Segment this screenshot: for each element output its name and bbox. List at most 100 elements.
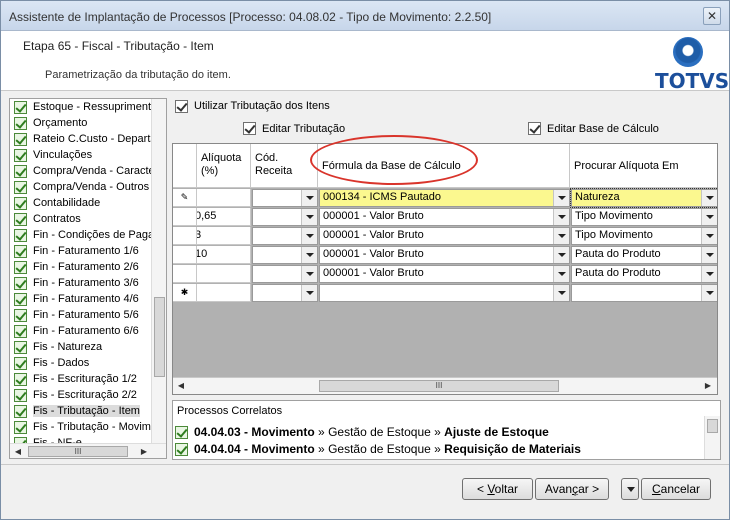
totvs-logo-icon [673,37,703,67]
cod-receita-combo[interactable] [252,284,318,302]
sidebar-item[interactable]: Rateio C.Custo - Departamento [14,132,154,148]
chevron-down-icon[interactable] [701,190,717,206]
chevron-down-icon[interactable] [701,285,717,301]
scroll-thumb[interactable] [707,419,718,433]
voltar-label-rest: oltar [494,482,519,496]
sidebar-item[interactable]: Compra/Venda - Características [14,164,154,180]
cod-receita-combo[interactable] [252,265,318,283]
scroll-thumb[interactable] [154,297,165,377]
aliquota-cell[interactable]: 0,65 [197,208,251,226]
sidebar-item[interactable]: Fin - Faturamento 3/6 [14,276,154,292]
procurar-aliquota-combo[interactable]: Natureza [570,188,717,208]
aliquota-cell[interactable] [197,189,251,207]
sidebar-item[interactable]: Fis - Tributação - Movimento [14,420,154,436]
row-indicator[interactable]: ✱ [173,284,197,302]
formula-combo[interactable]: 000001 - Valor Bruto [319,208,570,226]
steps-list-vscrollbar[interactable] [151,99,166,443]
scroll-left-icon[interactable]: ◀ [10,444,26,458]
sidebar-item-label: Fin - Faturamento 1/6 [33,245,139,257]
sidebar-item[interactable]: Fis - Escrituração 1/2 [14,372,154,388]
aliquota-cell[interactable]: 10 [197,246,251,264]
step-subtitle: Parametrização da tributação do item. [45,69,231,81]
procurar-aliquota-combo[interactable]: Pauta do Produto [571,246,717,264]
avancar-button[interactable]: Avançar > [535,478,609,500]
chevron-down-icon[interactable] [553,266,569,282]
cod-receita-combo[interactable] [252,208,318,226]
sidebar-item[interactable]: Fin - Faturamento 4/6 [14,292,154,308]
cod-receita-combo[interactable] [252,246,318,264]
row-indicator[interactable] [173,246,197,264]
close-icon[interactable]: ✕ [703,7,721,25]
chevron-down-icon[interactable] [553,247,569,263]
editar-base-calculo-checkbox[interactable] [528,122,541,135]
correlatos-vscrollbar[interactable] [704,416,720,459]
chevron-down-icon[interactable] [701,266,717,282]
formula-combo[interactable]: 000134 - ICMS Pautado [319,189,570,207]
sidebar-item-label: Estoque - Ressuprimento [33,101,154,113]
sidebar-item[interactable]: Fin - Faturamento 6/6 [14,324,154,340]
chevron-down-icon[interactable] [701,228,717,244]
editar-tributacao-checkbox[interactable] [243,122,256,135]
aliquota-cell[interactable] [197,265,251,283]
column-header-cod-receita[interactable]: Cód. Receita [251,144,318,188]
row-indicator[interactable]: ✎ [173,189,197,207]
row-indicator[interactable] [173,208,197,226]
cod-receita-combo[interactable] [252,189,318,207]
scroll-left-icon[interactable]: ◀ [173,378,189,394]
voltar-button[interactable]: < Voltar [462,478,533,500]
chevron-down-icon[interactable] [301,247,317,263]
sidebar-item[interactable]: Fis - Natureza [14,340,154,356]
procurar-aliquota-combo[interactable] [571,284,717,302]
formula-combo[interactable]: 000001 - Valor Bruto [319,246,570,264]
sidebar-item[interactable]: Contratos [14,212,154,228]
column-header-formula[interactable]: Fórmula da Base de Cálculo [318,144,570,188]
row-indicator[interactable] [173,227,197,245]
procurar-aliquota-combo[interactable]: Pauta do Produto [571,265,717,283]
cod-receita-combo[interactable] [252,227,318,245]
scroll-right-icon[interactable]: ▶ [136,444,152,458]
chevron-down-icon[interactable] [553,285,569,301]
chevron-down-icon[interactable] [301,285,317,301]
procurar-aliquota-combo[interactable]: Tipo Movimento [571,227,717,245]
sidebar-item[interactable]: Fis - Tributação - Item [14,404,154,420]
formula-combo[interactable]: 000001 - Valor Bruto [319,265,570,283]
sidebar-item[interactable]: Estoque - Ressuprimento [14,100,154,116]
grid-scroll-thumb[interactable]: III [319,380,559,392]
chevron-down-icon[interactable] [301,228,317,244]
formula-combo-value: 000001 - Valor Bruto [323,248,424,260]
chevron-down-icon[interactable] [301,266,317,282]
grid-hscrollbar[interactable]: ◀ III ▶ [173,377,717,394]
sidebar-item[interactable]: Fis - Dados [14,356,154,372]
chevron-down-icon[interactable] [301,209,317,225]
sidebar-item[interactable]: Fin - Faturamento 5/6 [14,308,154,324]
sidebar-item[interactable]: Fin - Faturamento 2/6 [14,260,154,276]
utilizar-tributacao-checkbox[interactable] [175,100,188,113]
aliquota-cell[interactable] [197,284,251,302]
column-header-aliquota[interactable]: Alíquota (%) [197,144,251,188]
sidebar-item[interactable]: Fin - Faturamento 1/6 [14,244,154,260]
formula-combo[interactable] [319,284,570,302]
sidebar-item[interactable]: Compra/Venda - Outros [14,180,154,196]
chevron-down-icon[interactable] [301,190,317,206]
formula-combo[interactable]: 000001 - Valor Bruto [319,227,570,245]
cancelar-button[interactable]: Cancelar [641,478,711,500]
sidebar-item[interactable]: Fis - Escrituração 2/2 [14,388,154,404]
scroll-right-icon[interactable]: ▶ [700,378,716,394]
sidebar-item[interactable]: Vinculações [14,148,154,164]
aliquota-cell[interactable]: 3 [197,227,251,245]
procurar-aliquota-combo[interactable]: Tipo Movimento [571,208,717,226]
chevron-down-icon[interactable] [701,209,717,225]
chevron-down-icon[interactable] [701,247,717,263]
sidebar-item[interactable]: Fin - Condições de Pagamento [14,228,154,244]
chevron-down-icon[interactable] [553,209,569,225]
column-header-procurar-aliquota[interactable]: Procurar Alíquota Em [570,144,717,188]
chevron-down-icon[interactable] [553,190,569,206]
sidebar-item[interactable]: Contabilidade [14,196,154,212]
options-dropdown-button[interactable] [621,478,639,500]
row-indicator[interactable] [173,265,197,283]
editar-tributacao-label: Editar Tributação [262,123,346,135]
scroll-thumb-h[interactable]: III [28,446,128,457]
steps-list-hscrollbar[interactable]: ◀ III ▶ [10,443,166,458]
sidebar-item[interactable]: Orçamento [14,116,154,132]
chevron-down-icon[interactable] [553,228,569,244]
